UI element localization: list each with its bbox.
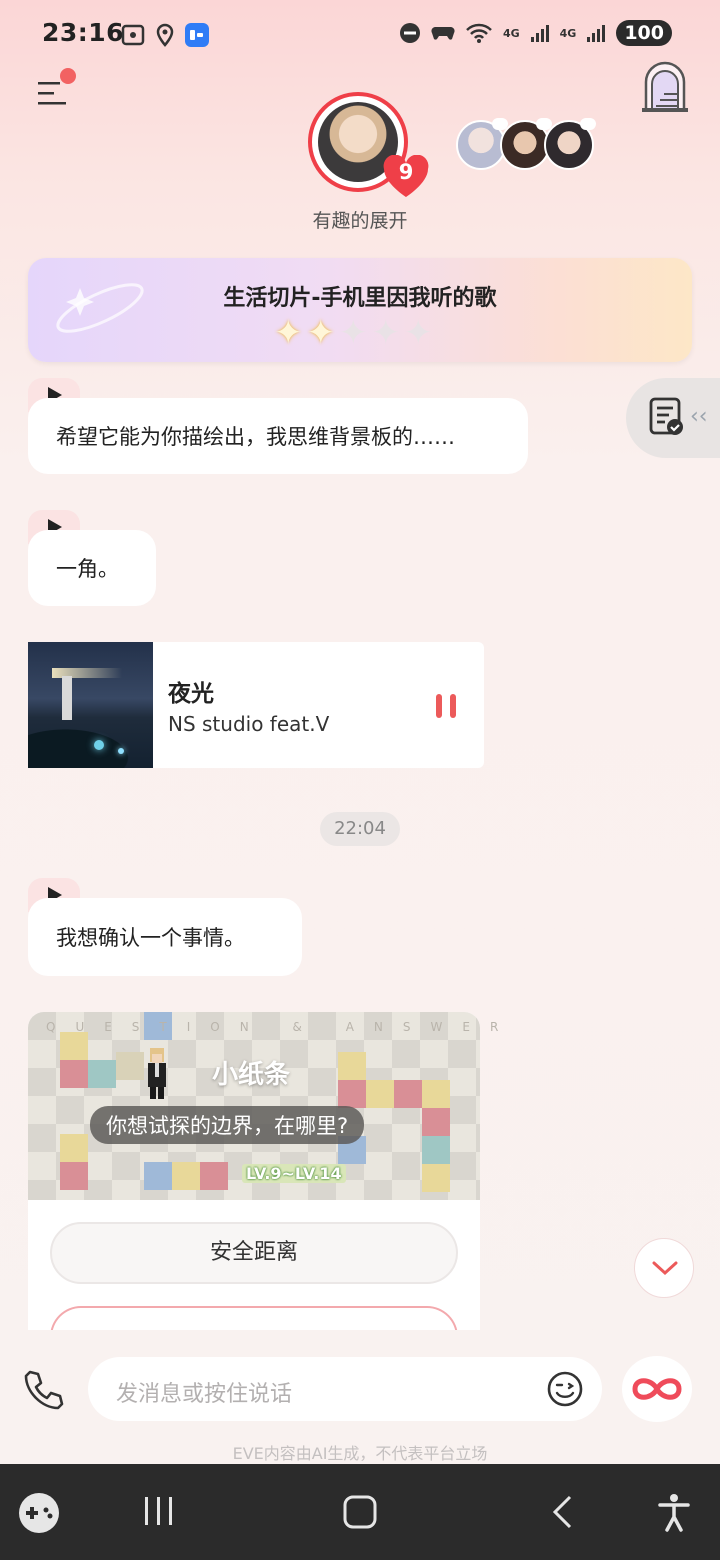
chat-bubble[interactable]: 希望它能为你描绘出，我思维背景板的……	[28, 398, 528, 474]
cover-glow	[94, 740, 104, 750]
mini-avatar[interactable]	[456, 118, 508, 170]
accessibility-icon[interactable]	[656, 1492, 692, 1532]
battery-indicator: 100	[616, 20, 672, 46]
qa-title: 小纸条	[212, 1060, 291, 1090]
star-empty-icon: ✦	[371, 313, 401, 353]
timestamp: 22:04	[320, 812, 400, 846]
status-time: 23:16	[42, 18, 125, 47]
mini-avatar[interactable]	[544, 118, 596, 170]
message-text: 我想确认一个事情。	[56, 926, 245, 950]
affection-count: 9	[398, 160, 414, 184]
system-nav-bar	[0, 1464, 720, 1560]
pixel-character-icon	[148, 1048, 166, 1099]
app-notification-icon	[185, 23, 209, 47]
song-artist: NS studio feat.V	[168, 712, 330, 736]
back-icon[interactable]	[548, 1494, 578, 1530]
recents-icon[interactable]	[142, 1494, 176, 1528]
qa-option-button[interactable]: 安全距离	[50, 1222, 458, 1284]
chevron-down-icon	[652, 1261, 678, 1276]
status-icons-left	[120, 22, 210, 48]
screenshot-icon	[121, 24, 145, 46]
signal-icon	[530, 25, 549, 42]
pause-icon[interactable]	[436, 694, 458, 718]
task-list-icon	[649, 397, 683, 435]
wifi-icon	[466, 23, 492, 43]
mini-avatar[interactable]	[500, 118, 552, 170]
star-filled-icon: ✦	[274, 313, 303, 353]
star-empty-icon: ✦	[404, 313, 433, 353]
level-badge: LV.9~LV.14	[242, 1164, 346, 1183]
banner-title: 生活切片-手机里因我听的歌	[223, 286, 497, 311]
location-icon	[156, 23, 174, 47]
game-launcher-icon[interactable]	[18, 1492, 60, 1534]
gamepad-icon	[431, 27, 455, 40]
infinity-icon	[632, 1378, 682, 1400]
message-input-placeholder: 发消息或按住说话	[116, 1382, 293, 1407]
star-empty-icon: ✦	[339, 313, 368, 353]
chat-bubble[interactable]: 我想确认一个事情。	[28, 898, 302, 976]
dnd-icon	[399, 23, 420, 43]
infinity-button[interactable]	[622, 1356, 692, 1422]
ai-disclaimer: EVE内容由AI生成，不代表平台立场	[232, 1444, 488, 1463]
status-icons-right: 4G 4G 100	[399, 20, 672, 46]
chevron-left-icon: ‹‹	[690, 404, 708, 429]
emoji-icon[interactable]	[546, 1370, 584, 1408]
chat-bubble[interactable]: 一角。	[28, 530, 156, 606]
phone-icon[interactable]	[22, 1368, 66, 1412]
signal-label-1: 4G	[502, 26, 520, 40]
qa-question: 你想试探的边界，在哪里?	[90, 1106, 365, 1144]
message-text: 希望它能为你描绘出，我思维背景板的……	[56, 425, 455, 449]
signal-icon-2	[587, 25, 606, 42]
lighthouse	[62, 676, 72, 720]
home-icon[interactable]	[342, 1494, 378, 1530]
qa-header-letters: QUESTION & ANSWER	[46, 1020, 519, 1034]
scroll-to-bottom-button[interactable]	[634, 1238, 694, 1298]
star-rating: ✦ ✦ ✦ ✦ ✦	[274, 316, 433, 350]
cover-glow	[118, 748, 124, 754]
character-status: 有趣的展开	[312, 210, 408, 232]
song-title: 夜光	[168, 681, 214, 707]
room-door-icon[interactable]	[640, 60, 690, 114]
other-characters[interactable]	[456, 118, 596, 170]
star-filled-icon: ✦	[306, 313, 336, 353]
cover-rocks	[28, 718, 153, 768]
message-text: 一角。	[56, 557, 119, 581]
signal-label-2: 4G	[559, 26, 577, 40]
notification-dot	[60, 68, 76, 84]
